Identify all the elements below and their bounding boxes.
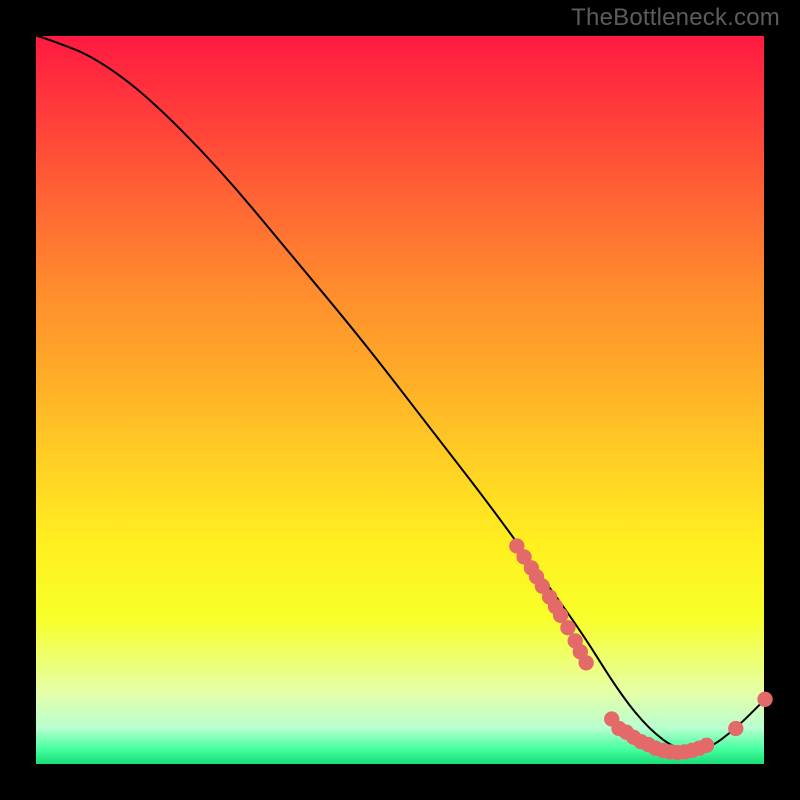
chart-frame: TheBottleneck.com — [0, 0, 800, 800]
watermark-label: TheBottleneck.com — [571, 4, 780, 32]
marker-group — [509, 538, 773, 760]
plot-outer — [35, 35, 765, 765]
curve-path — [35, 35, 765, 750]
data-marker — [578, 655, 593, 670]
data-marker — [757, 692, 772, 707]
data-marker — [560, 620, 575, 635]
data-marker — [728, 721, 743, 736]
chart-svg — [35, 35, 765, 765]
data-marker — [699, 738, 714, 753]
